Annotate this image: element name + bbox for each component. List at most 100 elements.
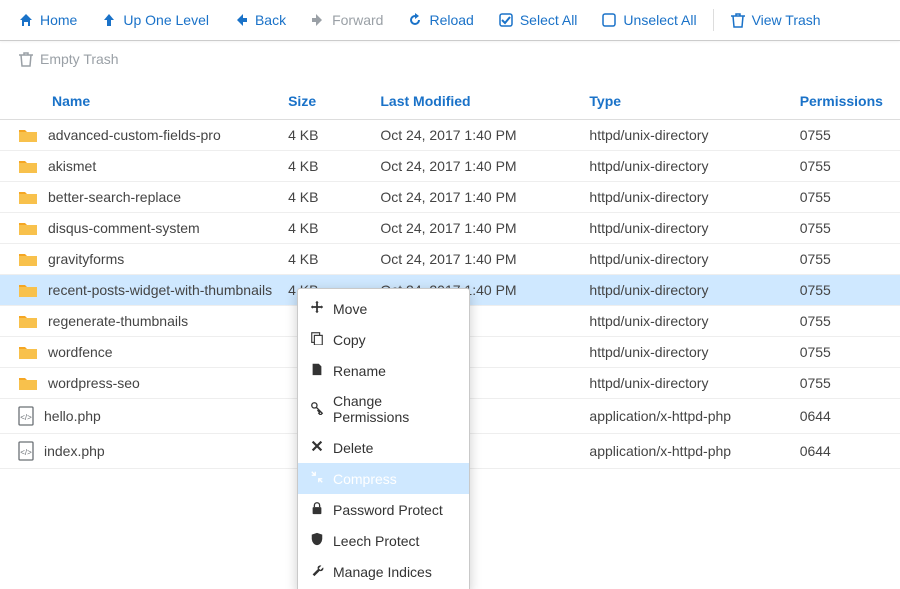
- select-all-button[interactable]: Select All: [486, 6, 590, 34]
- col-type-header[interactable]: Type: [581, 83, 791, 120]
- up-one-level-button[interactable]: Up One Level: [89, 6, 221, 34]
- folder-icon: [18, 158, 38, 174]
- file-name: hello.php: [44, 408, 101, 424]
- context-menu-item-manage-indices[interactable]: Manage Indices: [298, 556, 469, 587]
- forward-button[interactable]: Forward: [298, 6, 395, 34]
- file-name: index.php: [44, 443, 105, 459]
- move-icon: [310, 300, 324, 317]
- file-type: httpd/unix-directory: [581, 337, 791, 368]
- file-size: 4 KB: [280, 244, 372, 275]
- copy-icon: [310, 331, 324, 348]
- folder-icon: [18, 189, 38, 205]
- context-menu-item-change-permissions[interactable]: Change Permissions: [298, 386, 469, 432]
- context-menu-item-leech-protect[interactable]: Leech Protect: [298, 525, 469, 556]
- unselect-all-label: Unselect All: [623, 12, 696, 28]
- table-row[interactable]: gravityforms 4 KBOct 24, 2017 1:40 PMhttp…: [0, 244, 900, 275]
- file-permissions: 0755: [792, 368, 900, 399]
- file-type: httpd/unix-directory: [581, 151, 791, 182]
- trash-icon: [730, 12, 746, 28]
- file-size: 4 KB: [280, 120, 372, 151]
- file-permissions: 0755: [792, 306, 900, 337]
- rename-icon: [310, 362, 324, 379]
- compress-icon: [310, 470, 324, 487]
- file-code-icon: [18, 406, 34, 426]
- context-menu-item-copy[interactable]: Copy: [298, 324, 469, 355]
- context-menu-label: Compress: [333, 471, 397, 487]
- lock-icon: [310, 501, 324, 518]
- folder-icon: [18, 344, 38, 360]
- col-modified-header[interactable]: Last Modified: [372, 83, 581, 120]
- file-modified: Oct 24, 2017 1:40 PM: [372, 213, 581, 244]
- back-label: Back: [255, 12, 286, 28]
- file-permissions: 0755: [792, 337, 900, 368]
- forward-label: Forward: [332, 12, 383, 28]
- file-name: advanced-custom-fields-pro: [48, 127, 221, 143]
- file-name: gravityforms: [48, 251, 124, 267]
- file-size: 4 KB: [280, 213, 372, 244]
- context-menu-item-delete[interactable]: Delete: [298, 432, 469, 463]
- file-type: httpd/unix-directory: [581, 182, 791, 213]
- home-button[interactable]: Home: [6, 6, 89, 34]
- file-modified: Oct 24, 2017 1:40 PM: [372, 244, 581, 275]
- file-code-icon: [18, 441, 34, 461]
- shield-icon: [310, 532, 324, 549]
- file-permissions: 0755: [792, 275, 900, 306]
- back-button[interactable]: Back: [221, 6, 298, 34]
- file-modified: Oct 24, 2017 1:40 PM: [372, 120, 581, 151]
- reload-button[interactable]: Reload: [395, 6, 485, 34]
- unselect-all-button[interactable]: Unselect All: [589, 6, 708, 34]
- reload-label: Reload: [429, 12, 473, 28]
- context-menu-label: Change Permissions: [333, 393, 457, 425]
- toolbar: Home Up One Level Back Forward Reload Se…: [0, 0, 900, 41]
- folder-icon: [18, 251, 38, 267]
- file-type: httpd/unix-directory: [581, 368, 791, 399]
- folder-icon: [18, 375, 38, 391]
- file-permissions: 0755: [792, 182, 900, 213]
- table-row[interactable]: advanced-custom-fields-pro 4 KBOct 24, 20…: [0, 120, 900, 151]
- table-row[interactable]: akismet4 KBOct 24, 2017 1:40 PMhttpd/uni…: [0, 151, 900, 182]
- table-header-row: Name Size Last Modified Type Permissions: [0, 83, 900, 120]
- context-menu-item-rename[interactable]: Rename: [298, 355, 469, 386]
- file-type: application/x-httpd-php: [581, 399, 791, 434]
- forward-arrow-icon: [310, 12, 326, 28]
- empty-trash-button[interactable]: Empty Trash: [6, 45, 131, 73]
- file-name: wordfence: [48, 344, 113, 360]
- folder-icon: [18, 282, 38, 298]
- empty-trash-label: Empty Trash: [40, 51, 119, 67]
- up-arrow-icon: [101, 12, 117, 28]
- wrench-icon: [310, 563, 324, 580]
- file-modified: Oct 24, 2017 1:40 PM: [372, 151, 581, 182]
- col-name-header[interactable]: Name: [0, 83, 280, 120]
- view-trash-button[interactable]: View Trash: [718, 6, 833, 34]
- home-icon: [18, 12, 34, 28]
- reload-icon: [407, 12, 423, 28]
- perm-icon: [310, 401, 324, 418]
- table-row[interactable]: disqus-comment-system4 KBOct 24, 2017 1:…: [0, 213, 900, 244]
- folder-icon: [18, 127, 38, 143]
- folder-icon: [18, 313, 38, 329]
- select-all-label: Select All: [520, 12, 578, 28]
- file-name: regenerate-thumbnails: [48, 313, 188, 329]
- home-label: Home: [40, 12, 77, 28]
- folder-icon: [18, 220, 38, 236]
- trash-icon: [18, 51, 34, 67]
- col-permissions-header[interactable]: Permissions: [792, 83, 900, 120]
- file-name: akismet: [48, 158, 96, 174]
- file-type: httpd/unix-directory: [581, 306, 791, 337]
- toolbar-row-2: Empty Trash: [0, 41, 900, 83]
- table-row[interactable]: better-search-replace 4 KBOct 24, 2017 1:…: [0, 182, 900, 213]
- context-menu-item-password-protect[interactable]: Password Protect: [298, 494, 469, 525]
- file-size: 4 KB: [280, 182, 372, 213]
- toolbar-separator: [713, 9, 714, 31]
- col-size-header[interactable]: Size: [280, 83, 372, 120]
- file-name: better-search-replace: [48, 189, 181, 205]
- file-modified: Oct 24, 2017 1:40 PM: [372, 182, 581, 213]
- file-name: recent-posts-widget-with-thumbnails: [48, 282, 272, 298]
- context-menu-item-compress[interactable]: Compress: [298, 463, 469, 494]
- back-arrow-icon: [233, 12, 249, 28]
- context-menu-label: Delete: [333, 440, 373, 456]
- context-menu-label: Password Protect: [333, 502, 443, 518]
- file-permissions: 0755: [792, 244, 900, 275]
- context-menu-item-move[interactable]: Move: [298, 293, 469, 324]
- file-type: httpd/unix-directory: [581, 244, 791, 275]
